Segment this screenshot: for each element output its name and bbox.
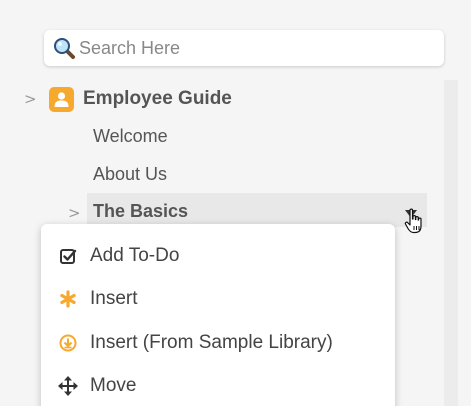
menu-item-label: Move — [90, 375, 137, 396]
download-circle-icon — [58, 333, 78, 353]
menu-item-label: Insert — [90, 288, 138, 309]
menu-item-label: Insert (From Sample Library) — [90, 332, 333, 353]
search-icon — [53, 37, 75, 59]
menu-item-label: Add To-Do — [90, 245, 180, 266]
tree-item-welcome[interactable]: Welcome — [93, 126, 168, 147]
tree-expander-basics[interactable]: > — [68, 204, 81, 222]
tree-item-label: Employee Guide — [83, 88, 232, 109]
tree-item-the-basics[interactable]: The Basics — [87, 193, 427, 227]
search-box[interactable] — [44, 30, 444, 66]
person-book-icon — [49, 86, 74, 112]
checkbox-icon — [58, 246, 78, 266]
context-menu: Add To-Do Insert Insert (From Sample Lib… — [41, 224, 395, 406]
menu-item-insert-from-library[interactable]: Insert (From Sample Library) — [41, 323, 395, 363]
tree-item-about-us[interactable]: About Us — [93, 164, 167, 185]
pointer-hand-icon — [404, 208, 424, 239]
tree-item-label: The Basics — [93, 201, 189, 221]
menu-item-insert[interactable]: Insert — [41, 279, 395, 319]
tree-expander-root[interactable]: > — [24, 90, 37, 108]
tree-item-employee-guide[interactable]: Employee Guide — [49, 86, 232, 112]
search-input[interactable] — [79, 37, 419, 59]
scrollbar-track[interactable] — [444, 80, 458, 406]
menu-item-move[interactable]: Move — [41, 366, 395, 406]
asterisk-icon — [58, 289, 78, 309]
page: > Employee Guide Welcome About Us > The … — [0, 0, 471, 406]
menu-item-add-todo[interactable]: Add To-Do — [41, 236, 395, 276]
move-arrows-icon — [58, 376, 78, 396]
